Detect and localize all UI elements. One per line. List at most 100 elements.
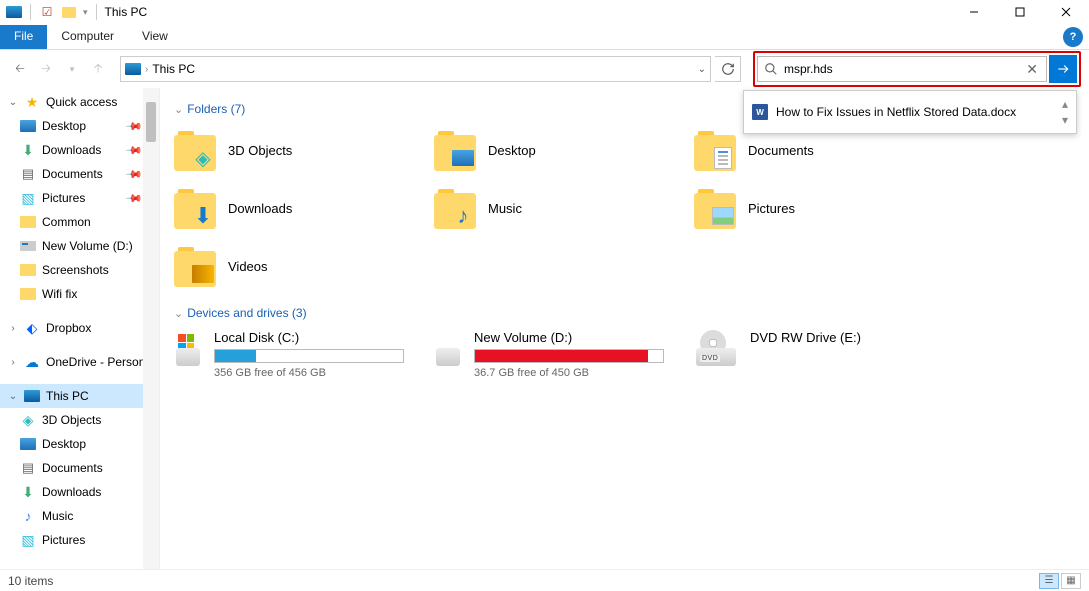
address-dropdown[interactable]: ⌄ <box>698 64 706 75</box>
dropbox-icon: ⬖ <box>24 320 40 336</box>
chevron-right-icon[interactable]: › <box>8 323 18 334</box>
navigation-bar: 🡠 🡢 ▾ 🡡 › This PC ⌄ ✕ <box>0 50 1089 88</box>
view-large-icons-button[interactable]: ▦ <box>1061 573 1081 589</box>
item-count: 10 items <box>8 574 53 588</box>
sidebar-this-pc[interactable]: ⌄This PC <box>0 384 159 408</box>
chevron-down-icon[interactable]: ⌄ <box>174 307 183 320</box>
folder-3d-objects[interactable]: ◈3D Objects <box>174 126 434 174</box>
drive-dvd-rw-e[interactable]: DVD DVD RW Drive (E:) <box>694 330 954 379</box>
folder-videos[interactable]: Videos <box>174 242 434 290</box>
drive-icon <box>174 330 202 370</box>
navigation-pane: ⌄ ★ Quick access Desktop📌 ⬇Downloads📌 ▤D… <box>0 88 160 569</box>
window-title: This PC <box>105 5 148 19</box>
chevron-down-icon[interactable]: ⌄ <box>8 391 18 402</box>
pin-icon: 📌 <box>125 117 144 136</box>
folder-desktop[interactable]: Desktop <box>434 126 694 174</box>
onedrive-icon: ☁ <box>24 354 40 370</box>
drives-group-header[interactable]: ⌄ Devices and drives (3) <box>174 306 1075 320</box>
sidebar-item-pictures-pc[interactable]: ▧Pictures <box>0 528 159 552</box>
qat-dropdown[interactable]: ▾ <box>83 7 88 18</box>
maximize-button[interactable] <box>997 0 1043 24</box>
chevron-down-icon[interactable]: ⌄ <box>8 97 18 108</box>
pictures-icon: ▧ <box>20 190 36 206</box>
drive-local-disk-c[interactable]: Local Disk (C:) 356 GB free of 456 GB <box>174 330 434 379</box>
help-button[interactable]: ? <box>1063 27 1083 47</box>
pin-icon: 📌 <box>125 189 144 208</box>
title-bar: ☑ ▾ This PC <box>0 0 1089 24</box>
tab-view[interactable]: View <box>128 25 182 49</box>
search-box[interactable]: ✕ <box>757 56 1047 82</box>
search-suggestion-dropdown: W How to Fix Issues in Netflix Stored Da… <box>743 90 1077 134</box>
tab-computer[interactable]: Computer <box>47 25 128 49</box>
downloads-icon: ⬇ <box>20 484 36 500</box>
sidebar-quick-access[interactable]: ⌄ ★ Quick access <box>0 90 159 114</box>
drive-usage-bar <box>214 349 404 363</box>
drive-icon <box>20 238 36 254</box>
chevron-right-icon[interactable]: › <box>8 357 18 368</box>
sidebar-item-3d-objects[interactable]: ◈3D Objects <box>0 408 159 432</box>
search-input[interactable] <box>784 62 1024 76</box>
desktop-icon <box>20 118 36 134</box>
search-suggestion-item[interactable]: How to Fix Issues in Netflix Stored Data… <box>776 105 1016 119</box>
sidebar-dropbox[interactable]: ›⬖Dropbox <box>0 316 159 340</box>
checkbox-icon[interactable]: ☑ <box>39 4 55 20</box>
sidebar-item-desktop[interactable]: Desktop📌 <box>0 114 159 138</box>
3d-objects-icon: ◈ <box>192 147 214 169</box>
sidebar-item-documents[interactable]: ▤Documents📌 <box>0 162 159 186</box>
ribbon: File Computer View ? <box>0 24 1089 50</box>
chevron-right-icon[interactable]: › <box>145 64 148 75</box>
downloads-icon: ⬇ <box>192 205 214 227</box>
sidebar-item-common[interactable]: Common <box>0 210 159 234</box>
recent-locations-button[interactable]: ▾ <box>60 57 84 81</box>
documents-icon: ▤ <box>20 166 36 182</box>
folder-icon <box>20 262 36 278</box>
sidebar-item-downloads[interactable]: ⬇Downloads📌 <box>0 138 159 162</box>
view-details-button[interactable]: ☰ <box>1039 573 1059 589</box>
music-icon: ♪ <box>20 508 36 524</box>
minimize-button[interactable] <box>951 0 997 24</box>
pictures-icon: ▧ <box>20 532 36 548</box>
pc-icon <box>6 4 22 20</box>
pin-icon: 📌 <box>125 165 144 184</box>
pin-icon: 📌 <box>125 141 144 160</box>
drive-usage-bar <box>474 349 664 363</box>
pc-icon <box>125 61 141 77</box>
videos-icon <box>192 263 214 285</box>
search-icon <box>764 62 778 76</box>
folder-music[interactable]: ♪Music <box>434 184 694 232</box>
quick-access-toolbar: ☑ ▾ <box>6 4 99 20</box>
folder-pictures[interactable]: Pictures <box>694 184 954 232</box>
close-button[interactable] <box>1043 0 1089 24</box>
sidebar-onedrive[interactable]: ›☁OneDrive - Personal <box>0 350 159 374</box>
sidebar-item-desktop-pc[interactable]: Desktop <box>0 432 159 456</box>
sidebar-item-pictures[interactable]: ▧Pictures📌 <box>0 186 159 210</box>
drive-new-volume-d[interactable]: New Volume (D:) 36.7 GB free of 450 GB <box>434 330 694 379</box>
folder-icon <box>20 214 36 230</box>
refresh-button[interactable] <box>715 56 741 82</box>
sidebar-item-downloads-pc[interactable]: ⬇Downloads <box>0 480 159 504</box>
forward-button[interactable]: 🡢 <box>34 57 58 81</box>
clear-search-button[interactable]: ✕ <box>1024 61 1040 78</box>
drive-icon <box>434 330 462 370</box>
sidebar-scrollbar[interactable] <box>143 88 159 569</box>
sidebar-item-wifi-fix[interactable]: Wifi fix <box>0 282 159 306</box>
sidebar-item-documents-pc[interactable]: ▤Documents <box>0 456 159 480</box>
sidebar-label: Quick access <box>46 95 117 109</box>
tab-file[interactable]: File <box>0 25 47 49</box>
up-button[interactable]: 🡡 <box>86 57 110 81</box>
back-button[interactable]: 🡠 <box>8 57 32 81</box>
suggestion-scroll[interactable]: ▴▾ <box>1062 97 1068 127</box>
pc-icon <box>24 388 40 404</box>
address-location[interactable]: This PC <box>152 62 195 76</box>
chevron-down-icon[interactable]: ⌄ <box>174 103 183 116</box>
folder-downloads[interactable]: ⬇Downloads <box>174 184 434 232</box>
sidebar-item-music-pc[interactable]: ♪Music <box>0 504 159 528</box>
sidebar-item-screenshots[interactable]: Screenshots <box>0 258 159 282</box>
status-bar: 10 items ☰ ▦ <box>0 569 1089 591</box>
downloads-icon: ⬇ <box>20 142 36 158</box>
folder-icon[interactable] <box>61 4 77 20</box>
content-pane: ⌄ Folders (7) ◈3D Objects Desktop Docume… <box>160 88 1089 569</box>
sidebar-item-new-volume[interactable]: New Volume (D:) <box>0 234 159 258</box>
address-bar[interactable]: › This PC ⌄ <box>120 56 711 82</box>
search-go-button[interactable] <box>1049 55 1077 83</box>
